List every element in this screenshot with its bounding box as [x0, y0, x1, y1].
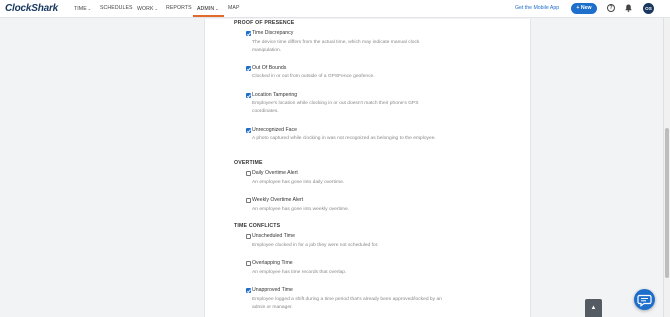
chevron-down-icon: ⌄ [154, 6, 158, 11]
nav-admin-label: ADMIN [197, 6, 215, 12]
option-desc-daily-overtime-alert: An employee has gone into daily overtime… [252, 180, 345, 185]
option-desc-unrecognized-face: A photo captured while clocking in was n… [252, 136, 436, 141]
option-desc-out-of-bounds: Clocked in or out from outside of a GPSF… [252, 74, 375, 79]
user-avatar[interactable]: OS [643, 3, 654, 14]
nav-map[interactable]: MAP [228, 5, 240, 12]
checkbox-overlapping-time[interactable] [246, 261, 251, 266]
option-label-out-of-bounds: Out Of Bounds [252, 65, 287, 71]
top-navbar: ClockShark TIME⌄ SCHEDULES WORK⌄ REPORTS… [0, 0, 670, 18]
option-label-location-tampering: Location Tampering [252, 92, 298, 98]
option-label-daily-overtime-alert: Daily Overtime Alert [252, 170, 298, 176]
nav-schedules[interactable]: SCHEDULES [100, 5, 133, 12]
chat-support-button[interactable] [634, 289, 655, 310]
clockshark-logo[interactable]: ClockShark [5, 3, 58, 14]
question-circle-icon[interactable]: ? [607, 4, 615, 12]
nav-reports-label: REPORTS [166, 5, 192, 11]
nav-reports[interactable]: REPORTS [166, 5, 192, 12]
option-label-unscheduled-time: Unscheduled Time [252, 233, 295, 239]
nav-map-label: MAP [228, 5, 240, 11]
option-label-time-discrepancy: Time Discrepancy [252, 30, 294, 36]
nav-schedules-label: SCHEDULES [100, 5, 133, 11]
option-desc-time-discrepancy: The device time differs from the actual … [252, 40, 420, 53]
option-label-weekly-overtime-alert: Weekly Overtime Alert [252, 197, 304, 203]
scroll-to-top-button[interactable]: ▲ [585, 299, 602, 317]
option-label-unapproved-time: Unapproved Time [252, 287, 293, 293]
option-desc-unscheduled-time: Employee clocked in for a job they were … [252, 243, 379, 248]
chevron-down-icon: ⌄ [87, 6, 92, 11]
chevron-up-icon: ▲ [590, 305, 597, 311]
nav-time-label: TIME [74, 6, 87, 12]
chat-bubble-icon [637, 294, 652, 307]
checkbox-unrecognized-face[interactable] [246, 128, 251, 133]
option-desc-weekly-overtime-alert: An employee has gone into weekly overtim… [252, 207, 350, 212]
section-title-proof-of-presence: PROOF OF PRESENCE [234, 20, 295, 26]
checkbox-location-tampering[interactable] [246, 93, 251, 98]
checkbox-out-of-bounds[interactable] [246, 66, 251, 71]
checkbox-time-discrepancy[interactable] [246, 31, 251, 36]
checkbox-weekly-overtime-alert[interactable] [246, 198, 251, 203]
checkbox-unscheduled-time[interactable] [246, 234, 251, 239]
chevron-down-icon: ⌄ [215, 6, 219, 11]
page-scrollbar-thumb[interactable] [665, 128, 669, 278]
section-title-time-conflicts: TIME CONFLICTS [234, 223, 281, 229]
checkbox-daily-overtime-alert[interactable] [246, 171, 251, 176]
nav-work[interactable]: WORK⌄ [137, 5, 158, 13]
option-desc-unapproved-time: Employee logged a shift during a time pe… [252, 297, 442, 310]
option-label-overlapping-time: Overlapping Time [252, 260, 293, 266]
nav-work-label: WORK [137, 6, 154, 12]
section-title-overtime: OVERTIME [234, 160, 263, 166]
checkbox-unapproved-time[interactable] [246, 288, 251, 293]
bell-icon[interactable] [625, 4, 632, 12]
get-mobile-app-link[interactable]: Get the Mobile App [515, 5, 559, 12]
active-tab-indicator [193, 15, 224, 17]
nav-admin[interactable]: ADMIN⌄ [197, 5, 219, 13]
new-button[interactable]: + New [571, 3, 597, 14]
option-label-unrecognized-face: Unrecognized Face [252, 127, 297, 133]
option-desc-location-tampering: Employee's location while clocking in or… [252, 101, 419, 114]
nav-time[interactable]: TIME⌄ [74, 5, 91, 13]
option-desc-overlapping-time: An employee has time records that overla… [252, 270, 347, 275]
